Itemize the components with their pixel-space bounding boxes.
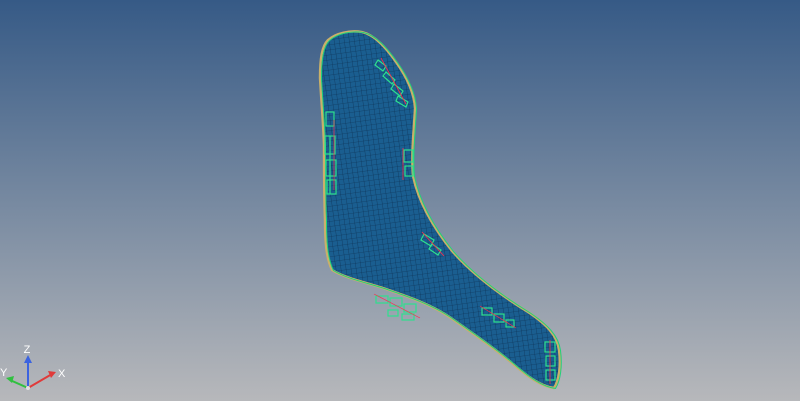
graphics-viewport[interactable]: Z X Y <box>0 0 800 401</box>
triad-origin <box>26 386 30 390</box>
y-axis-label: Y <box>0 367 8 379</box>
x-axis-label: X <box>58 368 66 380</box>
z-axis-label: Z <box>24 344 31 356</box>
model-view-canvas[interactable]: Z X Y <box>0 0 800 401</box>
